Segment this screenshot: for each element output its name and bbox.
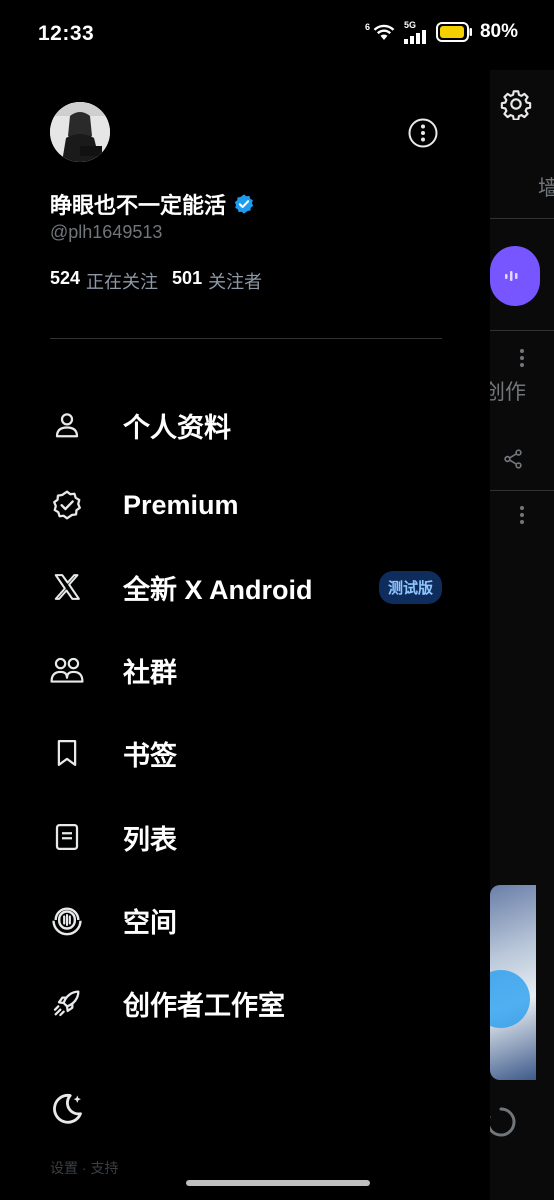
- bg-spaces-card[interactable]: [490, 246, 540, 306]
- avatar[interactable]: [50, 102, 110, 162]
- menu-label-spaces: 空间: [123, 907, 177, 938]
- display-name-text: 睁眼也不一定能活: [50, 193, 227, 218]
- bg-more-icon[interactable]: [518, 348, 526, 368]
- avatar-image: [50, 102, 110, 162]
- profile-divider: [50, 338, 442, 339]
- following-count[interactable]: 524: [50, 268, 80, 294]
- menu-label-premium: Premium: [123, 489, 239, 520]
- rocket-icon: [48, 984, 86, 1022]
- bookmark-icon: [48, 734, 86, 772]
- list-icon: [48, 818, 86, 856]
- wifi-tag: 6: [364, 22, 370, 32]
- communities-icon: [48, 651, 86, 689]
- share-icon[interactable]: [502, 448, 524, 470]
- menu-item-spaces[interactable]: 空间: [48, 890, 448, 950]
- network-type: 5G: [403, 20, 416, 30]
- verified-outline-icon: [48, 486, 86, 524]
- bg-divider: [490, 490, 554, 491]
- bg-tab-partial[interactable]: 墙: [538, 172, 554, 202]
- following-label[interactable]: 正在关注: [86, 268, 158, 294]
- spaces-icon: [48, 901, 86, 939]
- display-name[interactable]: 睁眼也不一定能活: [50, 188, 255, 220]
- followers-count[interactable]: 501: [172, 268, 202, 294]
- menu-item-premium[interactable]: Premium: [48, 475, 448, 535]
- menu-item-new-x-android[interactable]: 全新 X Android 测试版: [48, 557, 448, 617]
- menu-label-lists: 列表: [123, 824, 177, 855]
- menu-item-profile[interactable]: 个人资料: [48, 395, 448, 455]
- battery-percent: 80%: [479, 21, 518, 42]
- menu-label-communities: 社群: [123, 657, 177, 688]
- cell-signal: 5G: [403, 20, 428, 44]
- bg-divider: [490, 330, 554, 331]
- more-options-icon[interactable]: [408, 118, 438, 148]
- follow-stats: 524 正在关注 501 关注者: [50, 268, 270, 294]
- status-indicators: 6 5G 80%: [365, 20, 518, 44]
- settings-gear-icon[interactable]: [500, 88, 532, 120]
- navigation-drawer: 睁眼也不一定能活 @plh1649513 524 正在关注 501 关注者 个人…: [0, 70, 490, 1200]
- loading-spinner-icon: [490, 1107, 516, 1137]
- battery-icon: [435, 22, 472, 42]
- status-time: 12:33: [38, 22, 95, 45]
- menu-label-profile: 个人资料: [123, 412, 231, 443]
- followers-label[interactable]: 关注者: [208, 268, 262, 294]
- bg-more-icon[interactable]: [518, 505, 526, 525]
- beta-badge: 测试版: [378, 570, 442, 604]
- cell-signal-icon: [403, 30, 426, 44]
- wifi-icon: [373, 24, 395, 40]
- menu-label-creator-studio: 创作者工作室: [123, 990, 285, 1021]
- menu-item-creator-studio[interactable]: 创作者工作室: [48, 973, 448, 1033]
- menu-item-communities[interactable]: 社群: [48, 640, 448, 700]
- menu-item-bookmarks[interactable]: 书签: [48, 723, 448, 783]
- moon-icon[interactable]: [48, 1090, 86, 1128]
- footer-cut-text: 设置 · 支持: [50, 1160, 119, 1176]
- menu-item-lists[interactable]: 列表: [48, 807, 448, 867]
- bg-divider: [490, 218, 554, 219]
- menu-label-new-x-android: 全新 X Android: [123, 574, 313, 605]
- user-handle[interactable]: @plh1649513: [50, 222, 162, 243]
- status-bar: 12:33 6 5G 80%: [0, 0, 554, 70]
- person-icon: [48, 406, 86, 444]
- x-logo-icon: [48, 568, 86, 606]
- bg-text-partial: 创作: [490, 381, 526, 404]
- menu-label-bookmarks: 书签: [123, 740, 177, 771]
- audio-bars-icon: [505, 271, 518, 281]
- home-indicator[interactable]: [186, 1180, 370, 1186]
- background-home-timeline[interactable]: 墙 创作: [490, 70, 554, 1200]
- verified-badge-icon: [234, 194, 254, 214]
